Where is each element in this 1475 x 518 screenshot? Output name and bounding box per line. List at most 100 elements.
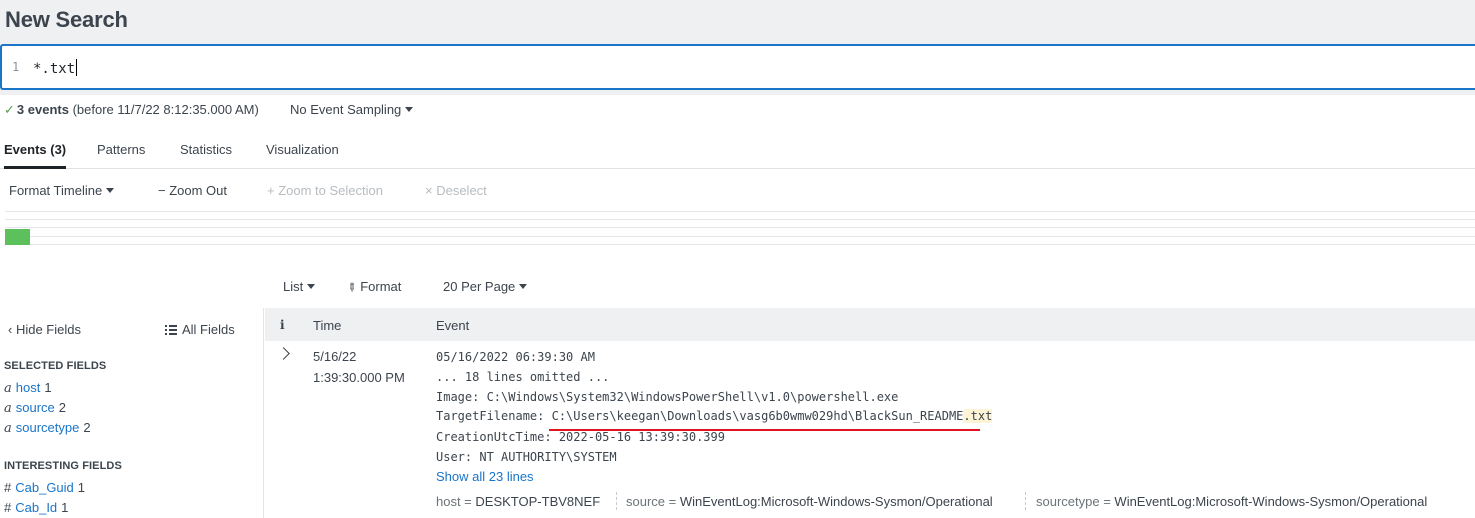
- field-cab-guid[interactable]: # Cab_Guid 1: [4, 480, 85, 495]
- meta-source[interactable]: source = WinEventLog:Microsoft-Windows-S…: [626, 494, 993, 509]
- timeline-gridline: [5, 244, 1475, 245]
- event-line: User: NT AUTHORITY\SYSTEM: [436, 450, 617, 464]
- pencil-icon: ✎: [343, 280, 359, 296]
- event-line: CreationUtcTime: 2022-05-16 13:39:30.399: [436, 430, 725, 444]
- zoom-out-button[interactable]: − Zoom Out: [158, 183, 227, 198]
- format-timeline-button[interactable]: Format Timeline: [9, 183, 115, 198]
- format-button[interactable]: ✎Format: [343, 279, 402, 296]
- event-line: Image: C:\Windows\System32\WindowsPowerS…: [436, 390, 899, 404]
- timeline-toolbar: Format Timeline − Zoom Out + Zoom to Sel…: [0, 170, 1475, 210]
- event-time: 1:39:30.000 PM: [313, 370, 405, 385]
- field-count: 1: [44, 380, 52, 395]
- timeline-gridline: [5, 219, 1475, 220]
- field-count: 1: [61, 500, 69, 515]
- target-filename-text: TargetFilename: C:\Users\keegan\Download…: [436, 409, 964, 423]
- list-label: List: [283, 279, 304, 294]
- time-column-header[interactable]: Time: [313, 318, 341, 333]
- page-title: New Search: [5, 7, 128, 32]
- field-name[interactable]: Cab_Id: [15, 500, 57, 515]
- meta-key: source =: [626, 494, 677, 509]
- field-name[interactable]: sourcetype: [16, 420, 80, 435]
- field-count: 2: [58, 400, 67, 415]
- timeline-gridline: [5, 227, 1475, 228]
- list-icon: [165, 325, 177, 335]
- search-status: ✓ 3 events (before 11/7/22 8:12:35.000 AM…: [4, 102, 259, 118]
- chevron-down-icon: [405, 107, 414, 112]
- meta-value[interactable]: DESKTOP-TBV8NEF: [475, 494, 600, 509]
- all-fields-button[interactable]: All Fields: [165, 322, 235, 337]
- string-type-icon: a: [4, 381, 12, 396]
- chevron-right-icon[interactable]: [277, 347, 290, 360]
- chevron-down-icon: [519, 284, 528, 289]
- search-time-range: (before 11/7/22 8:12:35.000 AM): [72, 102, 259, 117]
- event-sampling-dropdown[interactable]: No Event Sampling: [290, 102, 414, 117]
- meta-value[interactable]: WinEventLog:Microsoft-Windows-Sysmon/Ope…: [680, 494, 993, 509]
- search-query[interactable]: *.txt: [33, 59, 78, 77]
- field-name[interactable]: host: [16, 380, 41, 395]
- list-view-dropdown[interactable]: List: [283, 279, 316, 294]
- events-count: 3 events: [16, 102, 69, 117]
- meta-host[interactable]: host = DESKTOP-TBV8NEF: [436, 494, 600, 509]
- field-host[interactable]: a host 1: [4, 380, 52, 396]
- field-name[interactable]: source: [16, 400, 55, 415]
- search-term-highlight[interactable]: .txt: [963, 409, 993, 423]
- tab-patterns[interactable]: Patterns: [97, 142, 145, 157]
- event-line: 05/16/2022 06:39:30 AM: [436, 350, 595, 364]
- number-type-icon: #: [4, 480, 12, 495]
- event-column-header: Event: [436, 318, 470, 333]
- meta-divider: [616, 492, 617, 510]
- event-line-target-filename: TargetFilename: C:\Users\keegan\Download…: [436, 409, 993, 423]
- string-type-icon: a: [4, 401, 12, 416]
- results-toolbar: List ✎Format 20 Per Page: [0, 268, 1475, 304]
- tab-visualization[interactable]: Visualization: [266, 142, 339, 157]
- zoom-to-selection-button[interactable]: + Zoom to Selection: [267, 183, 383, 198]
- timeline-bar[interactable]: [5, 229, 30, 245]
- timeline-gridline: [5, 236, 1475, 237]
- all-fields-label: All Fields: [182, 322, 235, 337]
- chevron-down-icon: [106, 188, 115, 193]
- tab-events[interactable]: Events (3): [4, 142, 67, 169]
- info-column-header: i: [280, 318, 285, 332]
- meta-key: host =: [436, 494, 472, 509]
- hide-fields-label: Hide Fields: [15, 322, 81, 337]
- header-area: New Search 1 *.txt: [0, 0, 1475, 95]
- timeline-gridline: [5, 211, 1475, 212]
- event-line: ... 18 lines omitted ...: [436, 370, 610, 384]
- chevron-down-icon: [307, 284, 316, 289]
- field-count: 2: [83, 420, 91, 435]
- meta-sourcetype[interactable]: sourcetype = WinEventLog:Microsoft-Windo…: [1036, 494, 1427, 509]
- table-row: 5/16/22 1:39:30.000 PM 05/16/2022 06:39:…: [265, 341, 1475, 518]
- results-tabs: Events (3) Patterns Statistics Visualiza…: [0, 130, 1475, 169]
- show-all-lines-link[interactable]: Show all 23 lines: [436, 469, 534, 484]
- event-date: 5/16/22: [313, 349, 357, 364]
- deselect-button[interactable]: × Deselect: [425, 183, 487, 198]
- field-count: 1: [77, 480, 86, 495]
- field-sourcetype[interactable]: a sourcetype 2: [4, 420, 91, 436]
- per-page-dropdown[interactable]: 20 Per Page: [443, 279, 528, 294]
- field-cab-id[interactable]: # Cab_Id 1: [4, 500, 68, 515]
- number-type-icon: #: [4, 500, 12, 515]
- event-sampling-label: No Event Sampling: [290, 102, 402, 117]
- meta-divider: [1025, 492, 1026, 510]
- selected-fields-heading: SELECTED FIELDS: [4, 360, 107, 372]
- events-table-header: i Time Event: [265, 308, 1475, 341]
- per-page-label: 20 Per Page: [443, 279, 516, 294]
- hide-fields-button[interactable]: ‹ Hide Fields: [8, 322, 81, 337]
- fields-sidebar: ‹ Hide Fields All Fields SELECTED FIELDS…: [0, 308, 264, 518]
- interesting-fields-heading: INTERESTING FIELDS: [4, 460, 122, 472]
- field-name[interactable]: Cab_Guid: [15, 480, 74, 495]
- check-icon: ✓: [4, 102, 15, 117]
- string-type-icon: a: [4, 421, 12, 436]
- query-text[interactable]: *.txt: [33, 61, 75, 77]
- timeline-chart[interactable]: [5, 211, 1475, 249]
- field-source[interactable]: a source 2: [4, 400, 66, 416]
- meta-value[interactable]: WinEventLog:Microsoft-Windows-Sysmon/Ope…: [1114, 494, 1427, 509]
- chevron-left-icon: ‹: [8, 322, 16, 337]
- format-timeline-label: Format Timeline: [9, 183, 103, 198]
- search-input[interactable]: 1 *.txt: [0, 44, 1475, 90]
- tab-statistics[interactable]: Statistics: [180, 142, 232, 157]
- meta-key: sourcetype =: [1036, 494, 1111, 509]
- text-caret: [76, 59, 78, 76]
- line-number: 1: [12, 60, 20, 74]
- format-label: Format: [360, 279, 402, 294]
